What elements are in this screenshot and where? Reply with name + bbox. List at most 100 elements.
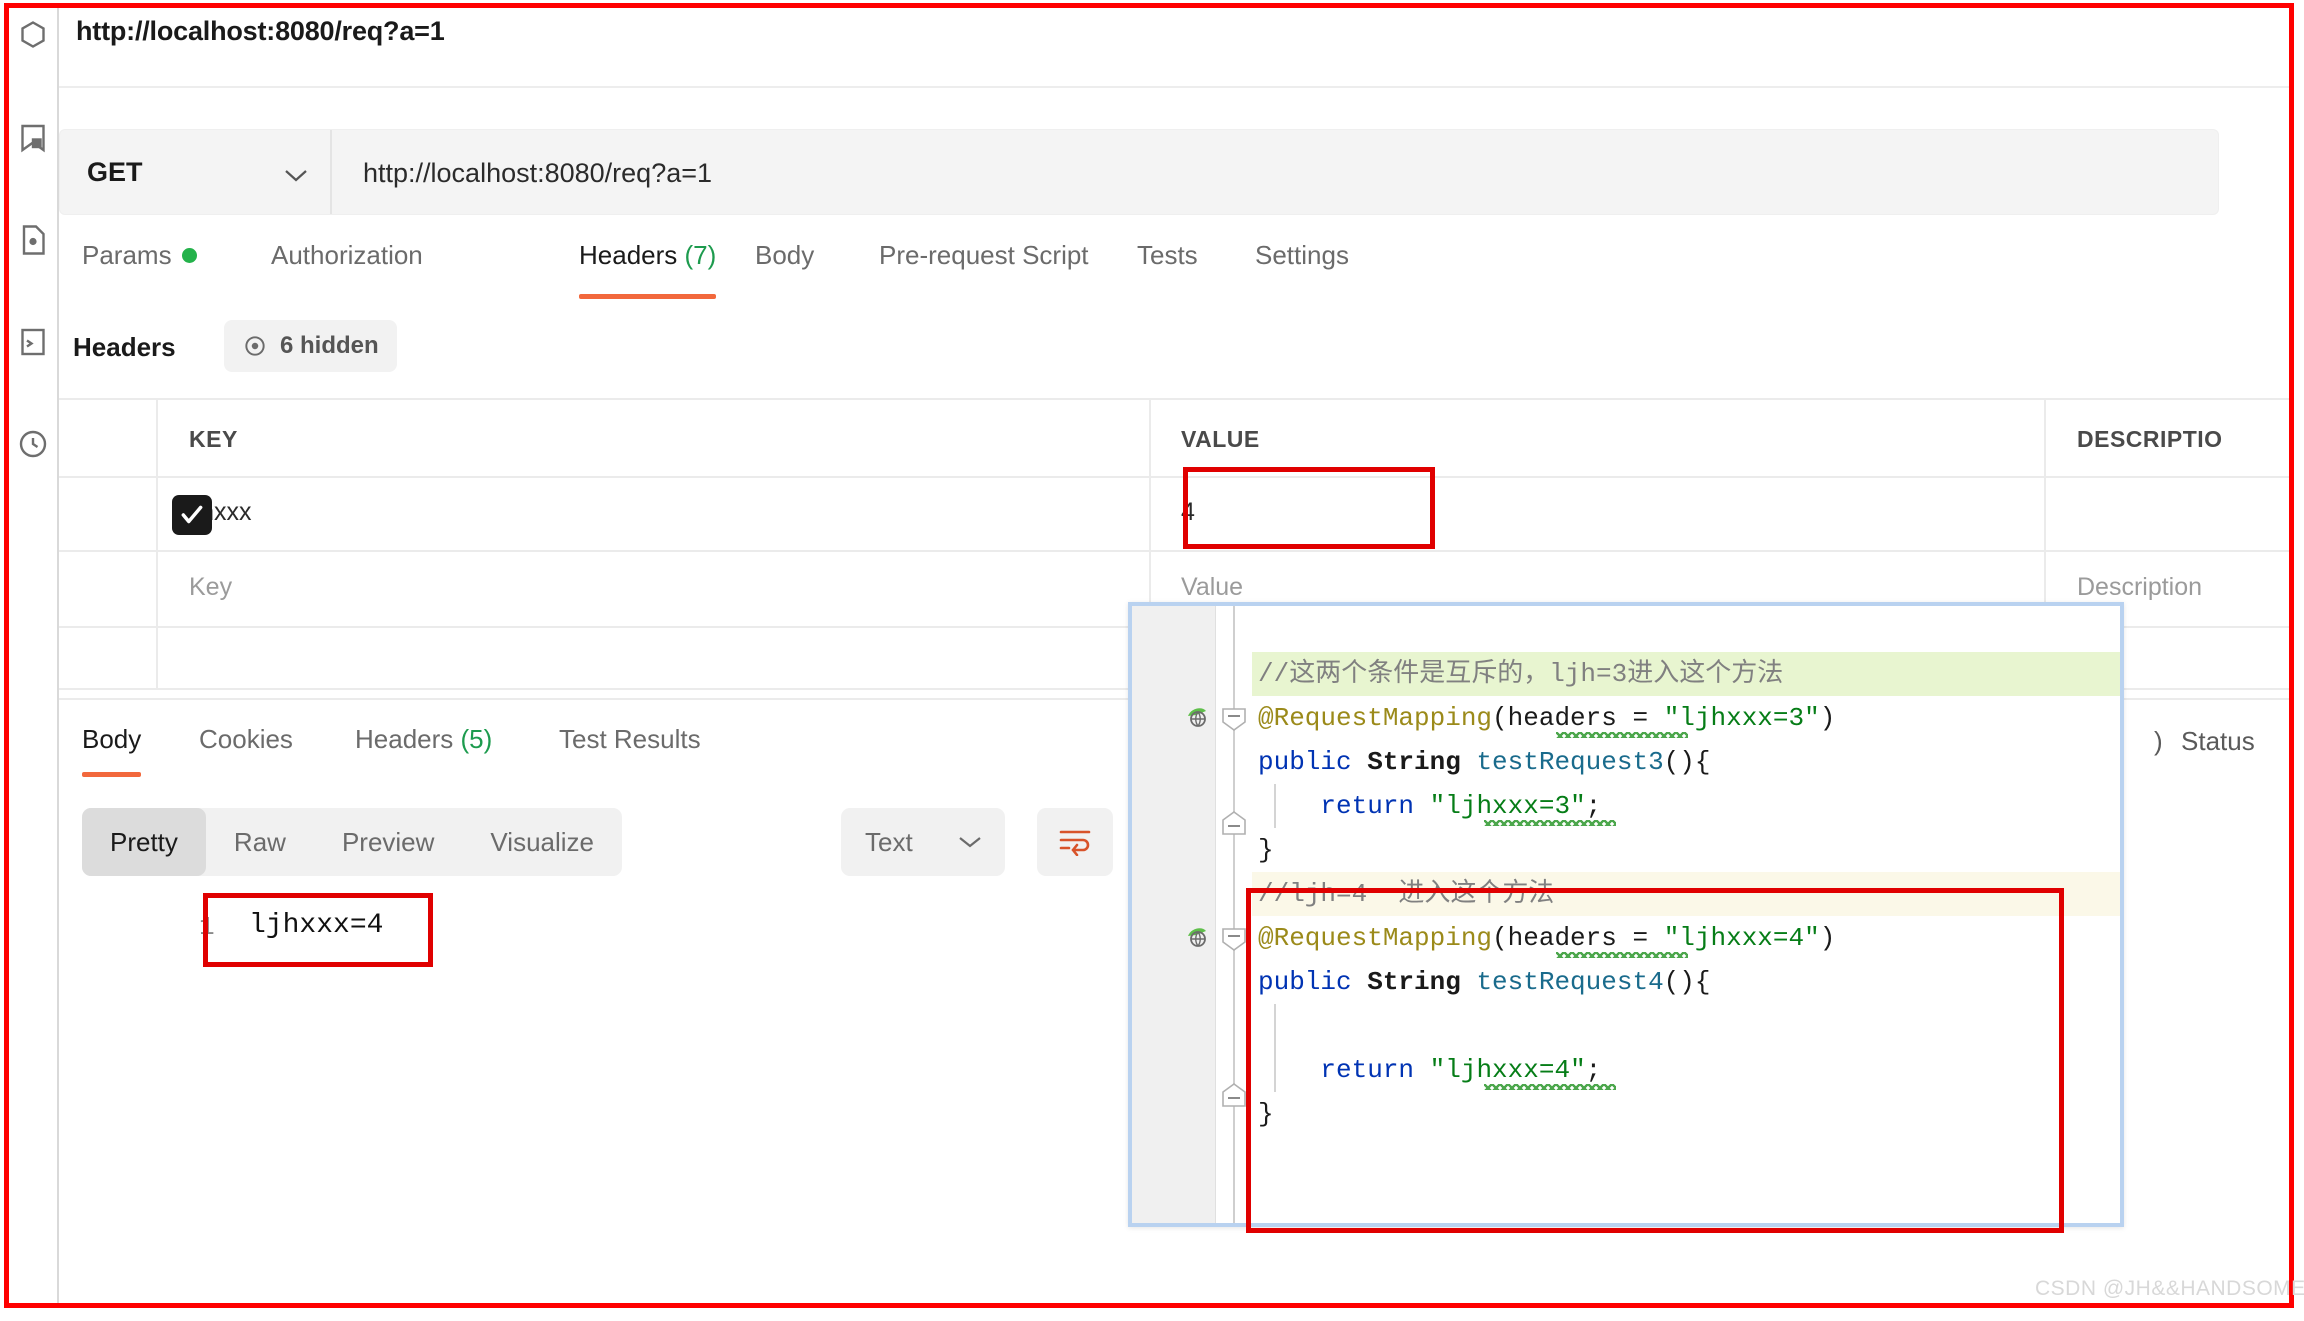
response-status-label: Status [2181, 726, 2255, 756]
word-wrap-icon [1056, 824, 1094, 861]
code-line: //这两个条件是互斥的，ljh=3进入这个方法 [1252, 652, 2120, 696]
response-tab-cookies[interactable]: Cookies [199, 724, 293, 755]
code-token: ; [1585, 791, 1602, 821]
format-tab-raw[interactable]: Raw [206, 808, 314, 876]
column-header-description: DESCRIPTIO [2077, 426, 2223, 452]
hidden-headers-toggle[interactable]: 6 hidden [224, 320, 397, 372]
code-token: String [1367, 967, 1477, 997]
editor-fold-rail [1216, 606, 1252, 1223]
code-token: @RequestMapping [1258, 923, 1493, 953]
code-line-text: @RequestMapping(headers = "ljhxxx=4") [1252, 923, 1835, 953]
column-header-key: KEY [189, 426, 238, 452]
tab-tests-label: Tests [1137, 240, 1198, 270]
url-input[interactable]: http://localhost:8080/req?a=1 [363, 158, 712, 189]
code-token: ) [1819, 923, 1836, 953]
code-token: (headers = [1492, 703, 1664, 733]
new-row-key-placeholder[interactable]: Key [189, 573, 232, 602]
code-token: "ljhxxx=4" [1663, 923, 1820, 953]
hidden-headers-label: 6 hidden [280, 332, 379, 359]
ide-tool-strip [9, 8, 59, 1303]
headers-section-title: Headers [73, 332, 176, 362]
new-row-value-placeholder[interactable]: Value [1181, 573, 1243, 602]
tab-settings[interactable]: Settings [1255, 240, 1349, 273]
tab-pre-request-script[interactable]: Pre-request Script [879, 240, 1089, 273]
format-tab-preview[interactable]: Preview [314, 808, 462, 876]
response-tab-headers-label: Headers [355, 724, 454, 754]
response-tab-active-underline [82, 772, 142, 777]
code-line-text: @RequestMapping(headers = "ljhxxx=3") [1252, 703, 1835, 733]
code-line-text: public String testRequest3(){ [1252, 747, 1710, 777]
code-token: ; [1585, 1055, 1602, 1085]
terminal-icon[interactable] [15, 324, 51, 360]
tab-authorization[interactable]: Authorization [271, 240, 423, 273]
code-token: "ljhxxx=3" [1429, 791, 1586, 821]
editor-code-area[interactable]: //这两个条件是互斥的，ljh=3进入这个方法 @RequestMapping(h… [1252, 606, 2120, 1223]
code-token: testRequest3 [1476, 747, 1664, 777]
tab-body-label: Body [755, 240, 815, 270]
unsaved-dot-icon [181, 248, 197, 264]
package-icon[interactable] [15, 18, 51, 54]
code-line-text: } [1252, 835, 1274, 865]
code-token: String [1367, 747, 1477, 777]
fold-collapse-icon[interactable] [1220, 926, 1248, 952]
eye-icon [242, 333, 268, 359]
word-wrap-button[interactable] [1037, 808, 1113, 876]
code-token: "ljhxxx=3" [1663, 703, 1820, 733]
code-token: } [1258, 1099, 1274, 1129]
tab-pre-request-script-label: Pre-request Script [879, 240, 1089, 270]
tab-headers-label: Headers [579, 240, 678, 270]
bookmark-icon[interactable] [15, 120, 51, 156]
fold-end-icon[interactable] [1220, 1082, 1248, 1108]
response-meta-fragment: ) [2154, 726, 2163, 756]
new-row-description-placeholder[interactable]: Description [2077, 573, 2202, 602]
code-token: (headers = [1492, 923, 1664, 953]
response-tab-headers[interactable]: Headers (5) [355, 724, 492, 755]
response-format-tabs: Pretty Raw Preview Visualize [82, 808, 623, 876]
code-line: } [1252, 1092, 2120, 1136]
code-line-text: //ljh=4 进入这个方法 [1252, 879, 1554, 909]
code-token: "ljhxxx=4" [1429, 1055, 1586, 1085]
response-tab-test-results[interactable]: Test Results [559, 724, 701, 755]
code-token: public [1258, 967, 1368, 997]
code-token: ) [1819, 703, 1836, 733]
tab-params[interactable]: Params [82, 240, 197, 273]
code-editor-overlay: //这两个条件是互斥的，ljh=3进入这个方法 @RequestMapping(h… [1128, 602, 2124, 1227]
tab-body[interactable]: Body [755, 240, 814, 273]
code-token: return [1258, 1055, 1430, 1085]
spring-mapping-gutter-icon[interactable] [1184, 702, 1214, 732]
fold-end-icon[interactable] [1220, 810, 1248, 836]
format-tab-visualize[interactable]: Visualize [462, 808, 622, 876]
code-line: //ljh=4 进入这个方法 [1252, 872, 2120, 916]
response-tabs: Body Cookies Headers (5) Test Results [59, 724, 1059, 784]
code-line [1252, 1004, 2120, 1048]
indent-guide [1274, 1004, 1276, 1048]
table-row-value[interactable]: 4 [1181, 498, 1195, 527]
watermark: CSDN @JH&&HANDSOME [2035, 1277, 2304, 1300]
code-line-text: public String testRequest4(){ [1252, 967, 1710, 997]
clock-icon[interactable] [15, 426, 51, 462]
tab-headers[interactable]: Headers (7) [579, 240, 717, 299]
spring-mapping-gutter-icon[interactable] [1184, 922, 1214, 952]
editor-gutter [1132, 606, 1216, 1223]
code-token: return [1258, 791, 1430, 821]
code-token: (){ [1663, 967, 1711, 997]
tab-settings-label: Settings [1255, 240, 1349, 270]
tab-active-underline [579, 294, 717, 299]
fold-collapse-icon[interactable] [1220, 706, 1248, 732]
method-selector[interactable]: GET [60, 130, 332, 214]
content-type-value: Text [865, 826, 913, 857]
format-tab-pretty[interactable]: Pretty [82, 808, 206, 876]
chevron-down-icon [282, 166, 310, 184]
title-divider [59, 86, 2291, 88]
response-tab-body[interactable]: Body [82, 724, 142, 777]
tab-params-label: Params [82, 240, 172, 270]
chevron-down-icon [957, 834, 983, 850]
content-type-select[interactable]: Text [841, 808, 1005, 876]
tab-tests[interactable]: Tests [1137, 240, 1198, 273]
code-token: //ljh=4 进入这个方法 [1258, 879, 1555, 909]
response-tab-test-results-label: Test Results [559, 724, 701, 754]
header-row-checkbox[interactable] [172, 495, 212, 535]
column-header-value: VALUE [1181, 426, 1260, 452]
file-icon[interactable] [15, 222, 51, 258]
page-title: http://localhost:8080/req?a=1 [76, 16, 445, 46]
